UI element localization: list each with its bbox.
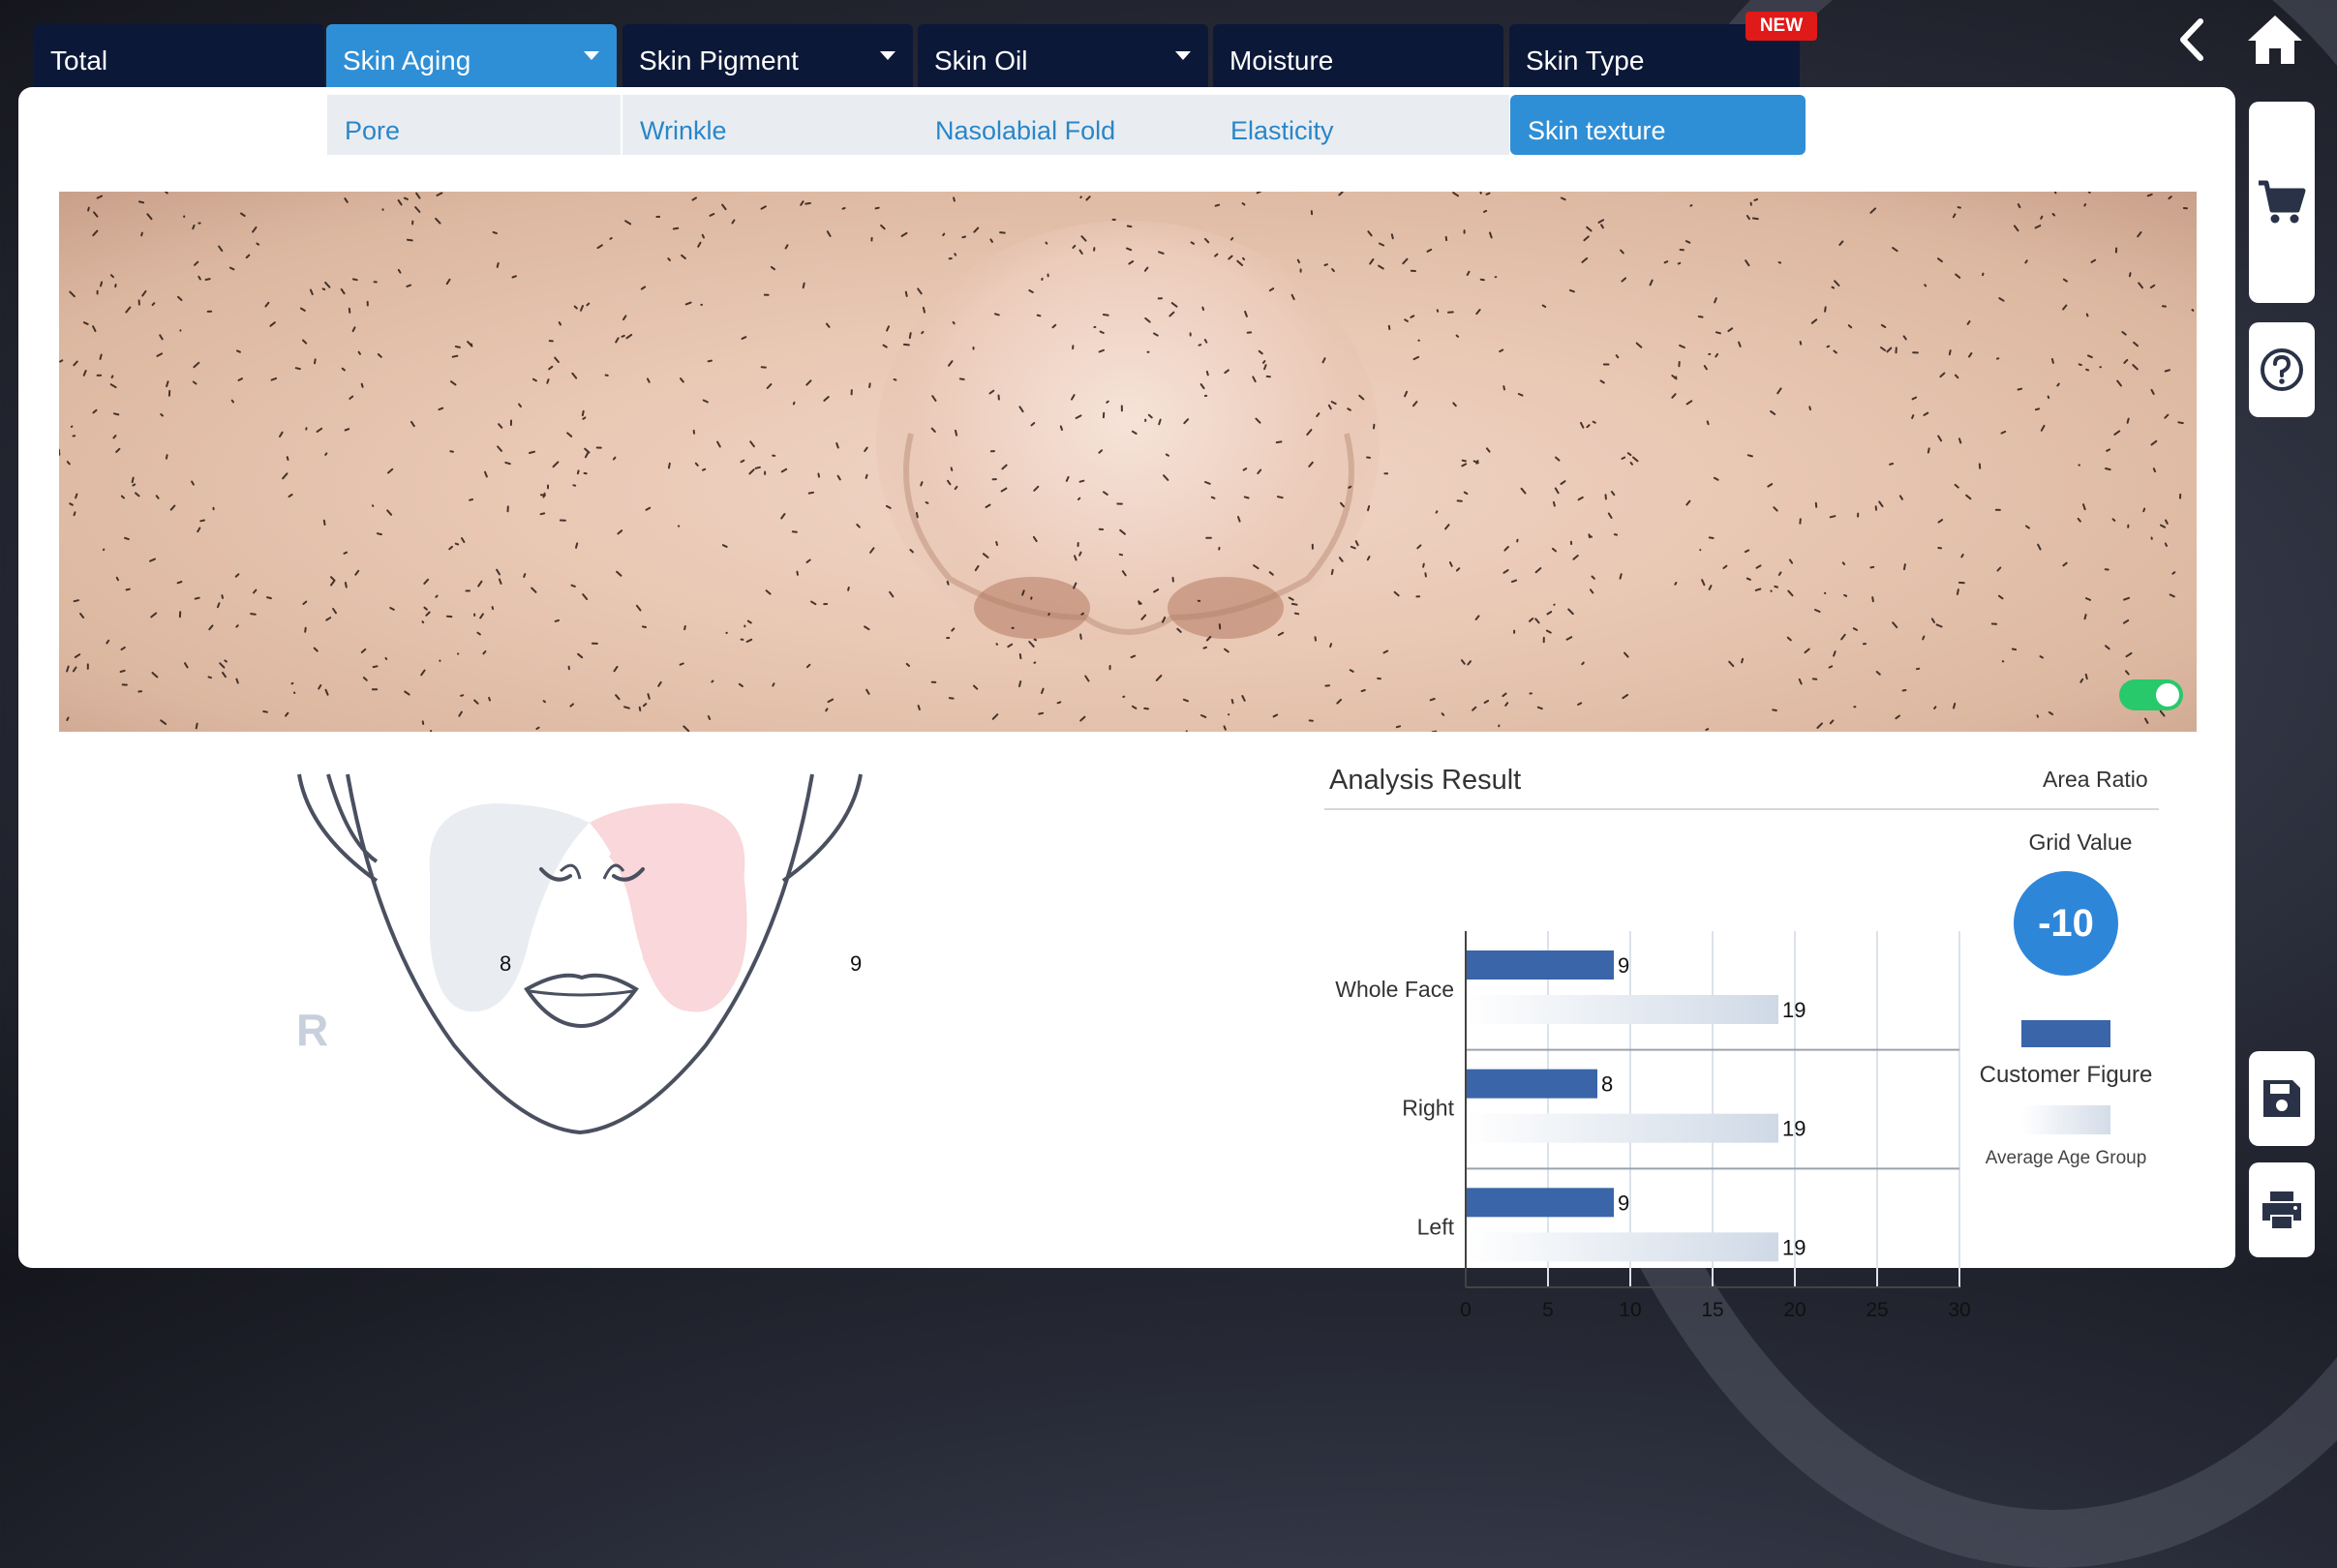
chart-tick-label: 20 — [1783, 1299, 1806, 1321]
chart-category-label: Right — [1402, 1096, 1454, 1121]
analysis-result-title: Analysis Result — [1329, 765, 1522, 796]
home-button[interactable] — [2244, 10, 2306, 68]
help-button[interactable] — [2249, 322, 2315, 417]
tab-moisture[interactable]: Moisture — [1213, 24, 1503, 88]
area-ratio-label: Area Ratio — [2043, 767, 2148, 792]
left-cheek-value: 9 — [850, 951, 862, 976]
chart-data-label: 19 — [1782, 1235, 1806, 1259]
subtab-wrinkle[interactable]: Wrinkle — [622, 95, 918, 155]
tab-skin-pigment[interactable]: Skin Pigment — [622, 24, 913, 88]
subtab-label: Elasticity — [1230, 116, 1334, 145]
print-icon — [2262, 1191, 2301, 1228]
print-button[interactable] — [2249, 1162, 2315, 1257]
tab-label: Skin Aging — [343, 45, 471, 75]
chart-tick-label: 25 — [1866, 1299, 1888, 1321]
tab-label: Skin Pigment — [639, 45, 799, 75]
chart-bar-average — [1466, 995, 1778, 1024]
chart-category-label: Left — [1417, 1214, 1455, 1239]
chart-data-label: 9 — [1618, 1191, 1629, 1215]
face-map: 8 9 R L — [296, 773, 863, 1135]
main-panel: Pore Wrinkle Nasolabial Fold Elasticity … — [18, 87, 2235, 1321]
tab-skin-oil[interactable]: Skin Oil — [918, 24, 1208, 88]
legend-average-label: Average Age Group — [1985, 1148, 2147, 1168]
grid-value-badge: -10 — [2014, 871, 2118, 976]
legend-customer-swatch — [2021, 1020, 2110, 1047]
right-side-label: R — [296, 1005, 328, 1055]
toggle-knob — [2156, 683, 2179, 707]
grid-value-title: Grid Value — [2028, 829, 2133, 855]
chart-data-label: 8 — [1601, 1072, 1613, 1097]
subtab-label: Nasolabial Fold — [935, 116, 1116, 145]
chart-tick-label: 10 — [1619, 1299, 1641, 1321]
chart-tick-label: 5 — [1542, 1299, 1554, 1321]
skin-texture-overlay — [59, 192, 2195, 732]
subtab-skin-texture[interactable]: Skin texture — [1510, 95, 1806, 155]
subtab-elasticity[interactable]: Elasticity — [1213, 95, 1509, 155]
tab-label: Skin Oil — [934, 45, 1028, 75]
chart-category-label: Whole Face — [1335, 977, 1454, 1002]
subtab-label: Pore — [345, 116, 401, 145]
subtab-pore[interactable]: Pore — [327, 95, 621, 155]
results-divider — [1324, 808, 2159, 810]
chart-tick-label: 30 — [1948, 1299, 1970, 1321]
chart-data-label: 19 — [1782, 998, 1806, 1022]
tab-label: Skin Type — [1526, 45, 1645, 75]
tab-label: Total — [50, 45, 108, 75]
chart-bar-average — [1466, 1113, 1778, 1143]
subtab-nasolabial-fold[interactable]: Nasolabial Fold — [918, 95, 1213, 155]
overlay-toggle[interactable] — [2119, 679, 2183, 710]
analysis-bar-chart: 0 5 10 15 20 25 30 9 19 Whole Face 8 19 Right 9 19 Left — [1335, 931, 1971, 1321]
right-cheek-zone — [429, 803, 590, 1012]
chart-bar-customer — [1466, 950, 1614, 980]
chart-data-label: 9 — [1618, 953, 1629, 978]
subtab-label: Wrinkle — [640, 116, 727, 145]
chart-bar-average — [1466, 1232, 1778, 1262]
chart-tick-label: 0 — [1460, 1299, 1472, 1321]
subtab-label: Skin texture — [1528, 116, 1666, 145]
save-button[interactable] — [2249, 1051, 2315, 1146]
chart-bar-customer — [1466, 1069, 1597, 1099]
chevron-down-icon — [584, 51, 599, 60]
tab-skin-aging[interactable]: Skin Aging — [326, 24, 617, 88]
new-badge: NEW — [1745, 12, 1817, 41]
tab-label: Moisture — [1229, 45, 1334, 75]
back-button[interactable] — [2166, 14, 2218, 66]
chart-tick-label: 15 — [1701, 1299, 1723, 1321]
back-arrow-icon — [2180, 18, 2203, 61]
home-icon — [2248, 15, 2302, 64]
chart-bar-customer — [1466, 1188, 1614, 1218]
cart-icon — [2259, 180, 2306, 224]
cart-button[interactable] — [2249, 102, 2315, 303]
save-icon — [2263, 1080, 2300, 1117]
chart-data-label: 19 — [1782, 1117, 1806, 1141]
tab-total[interactable]: Total — [34, 24, 324, 88]
skin-analysis-image — [59, 192, 2197, 732]
legend-average-swatch — [2021, 1105, 2110, 1134]
right-cheek-value: 8 — [500, 951, 511, 976]
help-icon — [2261, 348, 2303, 391]
chevron-down-icon — [880, 51, 895, 60]
legend-customer-label: Customer Figure — [1979, 1062, 2153, 1088]
chevron-down-icon — [1175, 51, 1191, 60]
